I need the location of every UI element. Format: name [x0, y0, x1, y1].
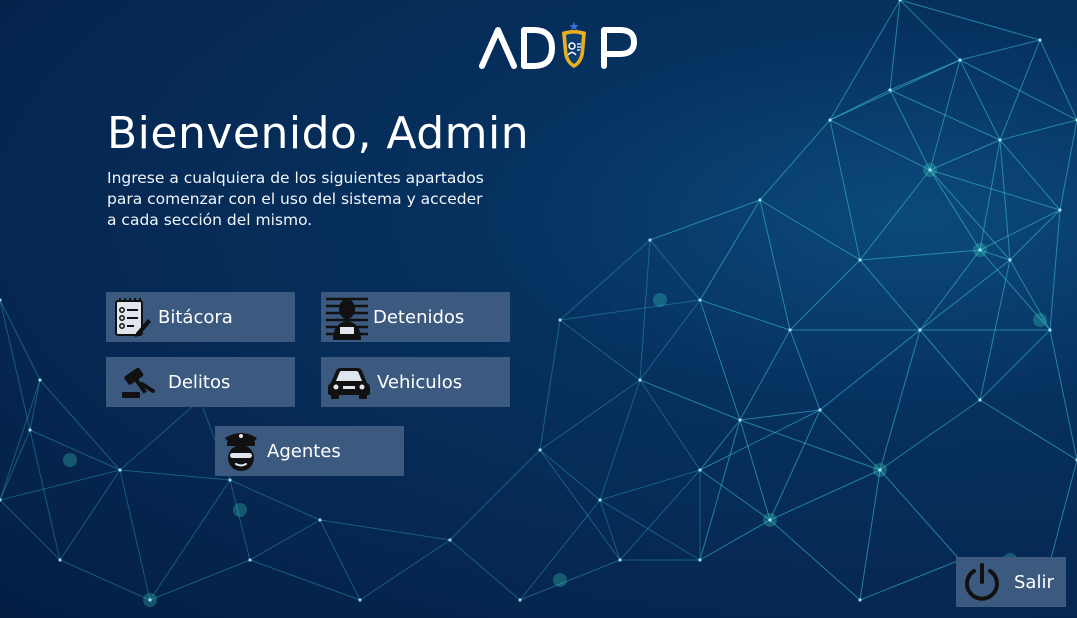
welcome-description: Ingrese a cualquiera de los siguientes a…	[107, 169, 484, 229]
delitos-button[interactable]: Delitos	[106, 357, 295, 407]
car-icon	[321, 357, 377, 407]
adup-logo	[478, 22, 642, 72]
gavel-icon	[106, 357, 168, 407]
detenidos-button[interactable]: Detenidos	[321, 292, 510, 342]
power-icon	[956, 557, 1008, 607]
bitacora-button[interactable]: Bitácora	[106, 292, 295, 342]
agentes-button[interactable]: Agentes	[215, 426, 404, 476]
welcome-title: Bienvenido, Admin	[107, 108, 530, 159]
bitacora-label: Bitácora	[158, 306, 233, 328]
clipboard-icon	[106, 292, 158, 342]
salir-label: Salir	[1014, 571, 1054, 593]
vehiculos-label: Vehiculos	[377, 371, 463, 393]
salir-button[interactable]: Salir	[956, 557, 1066, 607]
detainee-icon	[321, 292, 373, 342]
delitos-label: Delitos	[168, 371, 231, 393]
police-officer-icon	[215, 426, 267, 476]
detenidos-label: Detenidos	[373, 306, 465, 328]
vehiculos-button[interactable]: Vehiculos	[321, 357, 510, 407]
agentes-label: Agentes	[267, 440, 341, 462]
